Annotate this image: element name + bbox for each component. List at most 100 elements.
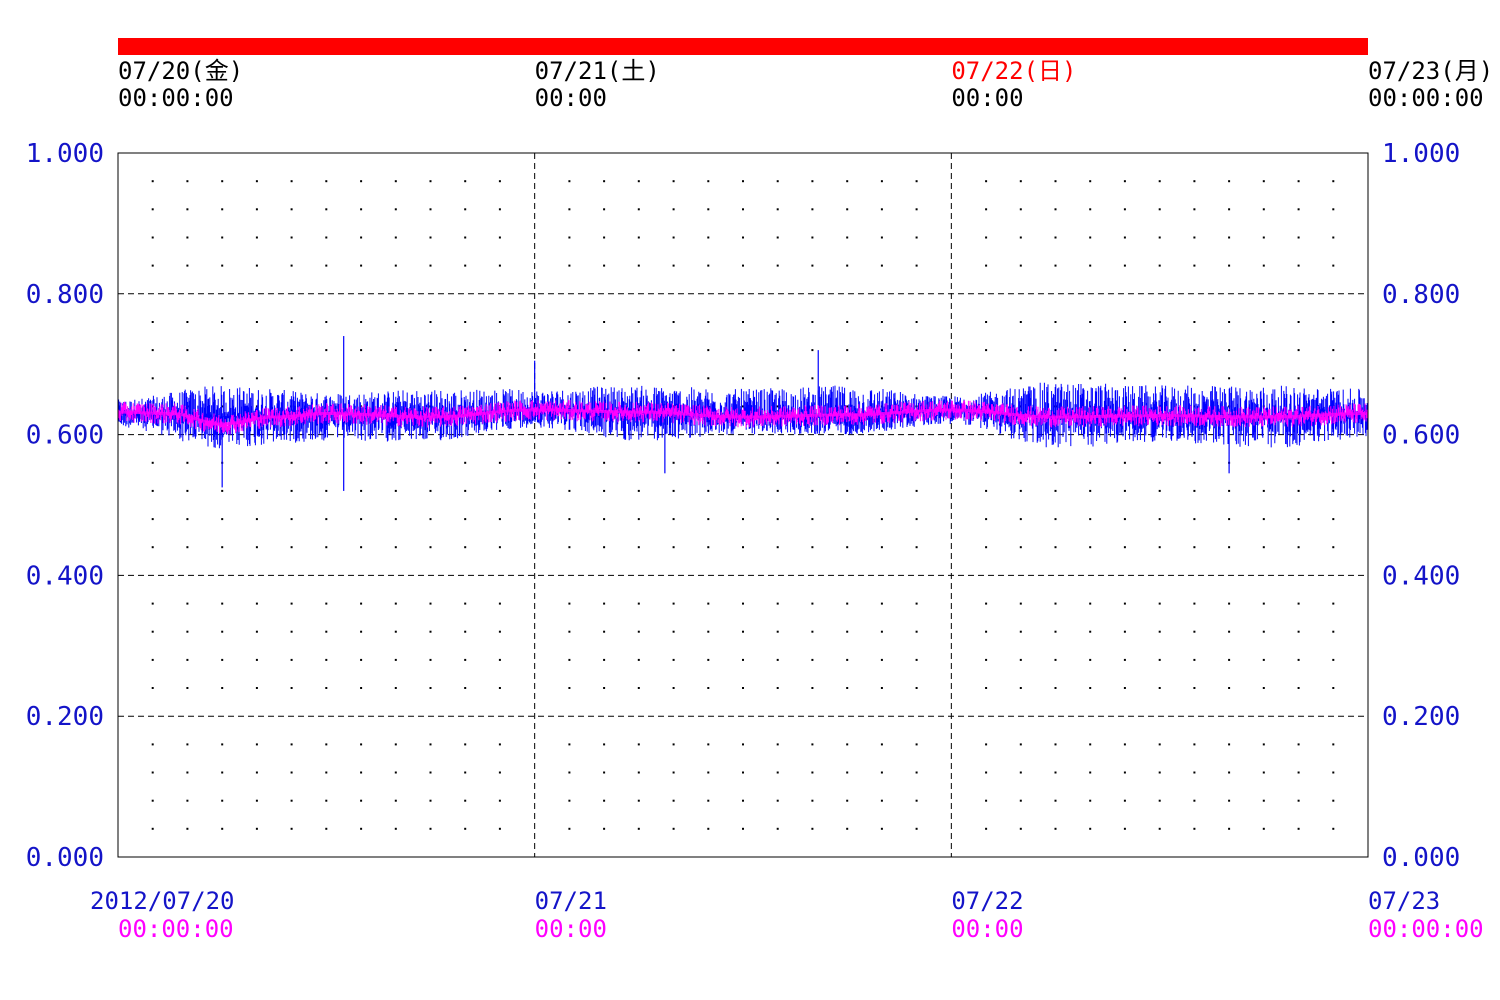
grid-dot xyxy=(1158,349,1161,352)
grid-dot xyxy=(811,827,814,830)
grid-dot xyxy=(915,236,918,239)
grid-dot xyxy=(1158,743,1161,746)
grid-dot xyxy=(1019,658,1022,661)
grid-dot xyxy=(707,827,710,830)
grid-dot xyxy=(1054,799,1057,802)
grid-dot xyxy=(429,489,432,492)
grid-dot xyxy=(672,349,675,352)
grid-dot xyxy=(394,180,397,183)
grid-dot xyxy=(672,264,675,267)
grid-dot xyxy=(1228,602,1231,605)
grid-dot xyxy=(1228,771,1231,774)
grid-dot xyxy=(1054,518,1057,521)
grid-dot xyxy=(498,321,501,323)
grid-dot xyxy=(1193,461,1196,464)
grid-dot xyxy=(1228,518,1231,521)
grid-dot xyxy=(776,799,779,802)
grid-dot xyxy=(637,602,640,605)
grid-dot xyxy=(1193,518,1196,521)
bottom-time-label: 00:00:00 xyxy=(118,915,234,943)
grid-dot xyxy=(672,799,675,802)
grid-dot xyxy=(325,321,328,323)
top-date-label: 07/23(月) xyxy=(1368,57,1493,85)
grid-dot xyxy=(498,349,501,352)
grid-dot xyxy=(707,489,710,492)
grid-dot xyxy=(880,236,883,239)
bottom-date-label: 07/21 xyxy=(535,887,607,915)
grid-dot xyxy=(1054,743,1057,746)
grid-dot xyxy=(1089,771,1092,774)
grid-dot xyxy=(186,264,189,267)
grid-dot xyxy=(1089,743,1092,746)
grid-dot xyxy=(325,827,328,830)
grid-dot xyxy=(1019,743,1022,746)
grid-dot xyxy=(742,377,744,380)
grid-dot xyxy=(985,180,988,183)
grid-dot xyxy=(290,377,293,380)
grid-dot xyxy=(498,687,501,689)
grid-dot xyxy=(1158,799,1161,802)
grid-dot xyxy=(394,743,397,746)
grid-dot xyxy=(776,236,779,239)
grid-dot xyxy=(1019,687,1022,689)
dashed-gridlines xyxy=(118,153,1368,857)
grid-dot xyxy=(1123,321,1126,323)
grid-dot xyxy=(221,349,224,352)
grid-dot xyxy=(637,771,640,774)
grid-dot xyxy=(568,489,571,492)
grid-dot xyxy=(985,208,988,211)
grid-dot xyxy=(360,687,363,689)
grid-dot xyxy=(429,180,432,183)
grid-dot xyxy=(742,658,744,661)
grid-dot xyxy=(1262,461,1265,464)
series-layer xyxy=(117,336,1369,491)
grid-dot xyxy=(776,602,779,605)
grid-dot xyxy=(290,518,293,521)
grid-dot xyxy=(394,264,397,267)
grid-dot xyxy=(603,518,606,521)
grid-dot xyxy=(603,377,606,380)
grid-dot xyxy=(1262,180,1265,183)
grid-dot xyxy=(325,602,328,605)
grid-dot xyxy=(290,461,293,464)
grid-dot xyxy=(464,208,467,211)
grid-dot xyxy=(429,236,432,239)
grid-dot xyxy=(498,236,501,239)
grid-dot xyxy=(1228,687,1231,689)
grid-dot xyxy=(672,546,675,549)
grid-dot xyxy=(151,546,154,549)
grid-dot xyxy=(255,771,258,774)
grid-dot xyxy=(672,489,675,492)
grid-dot xyxy=(568,264,571,267)
grid-dot xyxy=(707,630,710,633)
grid-dot xyxy=(498,208,501,211)
grid-dot xyxy=(429,518,432,521)
grid-dot xyxy=(1193,546,1196,549)
grid-dot xyxy=(1019,377,1022,380)
grid-dot xyxy=(707,264,710,267)
grid-dot xyxy=(255,461,258,464)
grid-dot xyxy=(255,377,258,380)
grid-dot xyxy=(568,630,571,633)
grid-dot xyxy=(1262,602,1265,605)
grid-dot xyxy=(290,602,293,605)
grid-dot xyxy=(707,771,710,774)
grid-dot xyxy=(776,377,779,380)
grid-dot xyxy=(672,602,675,605)
grid-dot xyxy=(672,461,675,464)
grid-dot xyxy=(290,321,293,323)
grid-dot xyxy=(255,743,258,746)
grid-dot xyxy=(1089,208,1092,211)
grid-dot xyxy=(985,489,988,492)
grid-dot xyxy=(360,658,363,661)
grid-dot xyxy=(498,180,501,183)
grid-dot xyxy=(742,602,744,605)
grid-dot xyxy=(1054,771,1057,774)
grid-dot xyxy=(255,321,258,323)
grid-dot xyxy=(915,461,918,464)
grid-dot xyxy=(255,687,258,689)
grid-dot xyxy=(568,743,571,746)
grid-dot xyxy=(637,546,640,549)
grid-dot xyxy=(915,264,918,267)
grid-dot xyxy=(255,236,258,239)
